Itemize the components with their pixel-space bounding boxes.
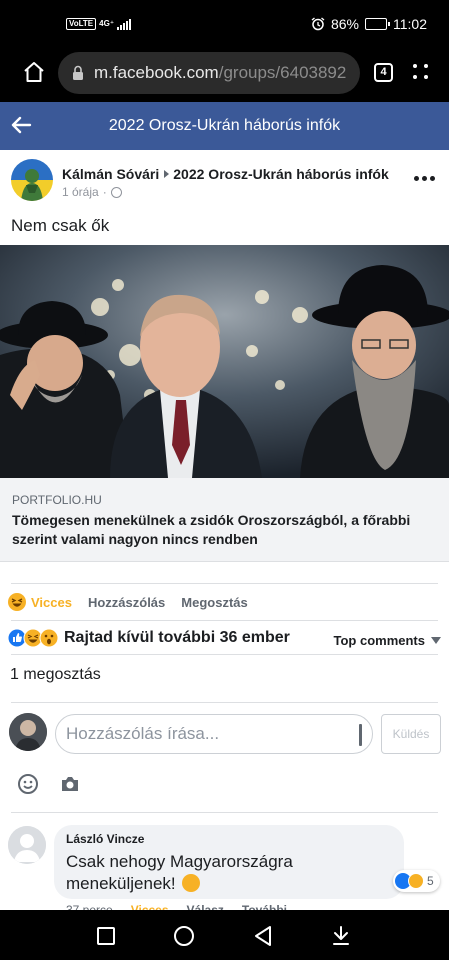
link-title[interactable]: Tömegesen menekülnek a zsidók Oroszorszá…	[12, 511, 432, 549]
text-cursor	[359, 724, 362, 746]
post-text: Nem csak ők	[11, 216, 110, 235]
status-right: 86% 11:02	[311, 16, 427, 32]
reactions-text: Rajtad kívül további 36 ember	[64, 629, 290, 646]
group-header: 2022 Orosz-Ukrán háborús infók	[0, 102, 449, 150]
alarm-icon	[311, 17, 325, 31]
network-type: 4G⁺	[99, 19, 115, 28]
home-button-icon[interactable]	[174, 926, 194, 946]
meta-separator: ·	[102, 185, 107, 199]
chevron-down-icon	[431, 637, 441, 644]
post-time[interactable]: 1 órája	[62, 185, 99, 199]
divider	[11, 812, 438, 813]
comment-bubble: László Vincze Csak nehogy Magyarországra…	[54, 825, 404, 899]
signal-icon	[117, 18, 132, 30]
haha-icon	[8, 593, 26, 611]
smiley-icon[interactable]	[17, 773, 39, 795]
avatar	[9, 713, 47, 751]
post-actions: Vicces Hozzászólás Megosztás	[8, 593, 248, 611]
divider	[11, 583, 438, 584]
divider	[11, 702, 438, 703]
comment-input[interactable]: Hozzászólás írása...	[55, 714, 373, 754]
link-preview[interactable]: PORTFOLIO.HU Tömegesen menekülnek a zsid…	[0, 478, 449, 562]
nav-back-icon[interactable]	[253, 925, 273, 947]
comment-text-wrap: Csak nehogy Magyarországra meneküljenek!	[66, 851, 366, 895]
clock: 11:02	[393, 16, 427, 32]
more-icon[interactable]	[414, 176, 435, 181]
comment-reaction-count: 5	[427, 874, 434, 888]
home-icon[interactable]	[22, 60, 46, 84]
status-bar: VoLTE 4G⁺ 86% 11:02	[0, 0, 449, 50]
comment-author[interactable]: László Vincze	[66, 832, 144, 846]
author-name[interactable]: Kálmán Sóvári	[62, 166, 159, 182]
haha-icon	[408, 873, 424, 889]
url-path: /groups/6403892	[218, 63, 347, 82]
divider	[11, 654, 438, 655]
status-left: VoLTE 4G⁺	[66, 18, 132, 30]
wow-icon	[39, 628, 59, 648]
comment-reactions[interactable]: 5	[393, 870, 440, 892]
avatar[interactable]	[8, 826, 46, 864]
url-text: m.facebook.com/groups/6403892	[94, 63, 346, 83]
comment-input-placeholder: Hozzászólás írása...	[66, 724, 220, 743]
system-nav-bar	[0, 910, 449, 960]
camera-icon[interactable]	[60, 775, 80, 793]
volte-badge: VoLTE	[66, 18, 97, 30]
haha-icon	[23, 628, 43, 648]
url-host: m.facebook.com	[94, 63, 219, 82]
arrow-right-icon	[164, 170, 170, 178]
shares-count[interactable]: 1 megosztás	[10, 666, 101, 684]
globe-icon	[110, 186, 122, 198]
author-line: Kálmán Sóvári 2022 Orosz-Ukrán háborús in…	[62, 166, 389, 182]
comment-text: Csak nehogy Magyarországra meneküljenek!	[66, 852, 293, 893]
divider	[11, 620, 438, 621]
post-header: Kálmán Sóvári 2022 Orosz-Ukrán háborús in…	[0, 150, 449, 210]
reactions-summary[interactable]: Rajtad kívül további 36 ember	[8, 628, 290, 648]
react-button[interactable]: Vicces	[8, 593, 72, 611]
battery-percent: 86%	[330, 16, 359, 32]
react-label: Vicces	[31, 594, 72, 610]
reaction-icons	[8, 628, 59, 648]
page-title[interactable]: 2022 Orosz-Ukrán háborús infók	[0, 117, 449, 135]
menu-icon[interactable]	[413, 64, 429, 80]
top-comments-label: Top comments	[333, 633, 426, 648]
post-image[interactable]	[0, 245, 449, 478]
link-domain: PORTFOLIO.HU	[12, 493, 102, 507]
send-button[interactable]: Küldés	[381, 714, 441, 754]
comment-button[interactable]: Hozzászólás	[88, 595, 165, 610]
author-avatar[interactable]	[11, 159, 53, 201]
notification-pull-icon[interactable]	[331, 925, 351, 947]
share-button[interactable]: Megosztás	[181, 595, 247, 610]
browser-toolbar: m.facebook.com/groups/6403892 4	[0, 50, 449, 102]
address-bar[interactable]: m.facebook.com/groups/6403892	[58, 52, 360, 94]
thinking-icon	[182, 874, 201, 892]
lock-icon	[73, 65, 83, 80]
recents-icon[interactable]	[97, 927, 115, 945]
battery-icon	[365, 18, 390, 30]
post-meta: 1 órája ·	[62, 185, 122, 199]
top-comments-dropdown[interactable]: Top comments	[333, 633, 441, 648]
tabs-icon[interactable]: 4	[374, 63, 393, 82]
group-name[interactable]: 2022 Orosz-Ukrán háborús infók	[173, 166, 389, 182]
like-icon	[8, 628, 27, 648]
